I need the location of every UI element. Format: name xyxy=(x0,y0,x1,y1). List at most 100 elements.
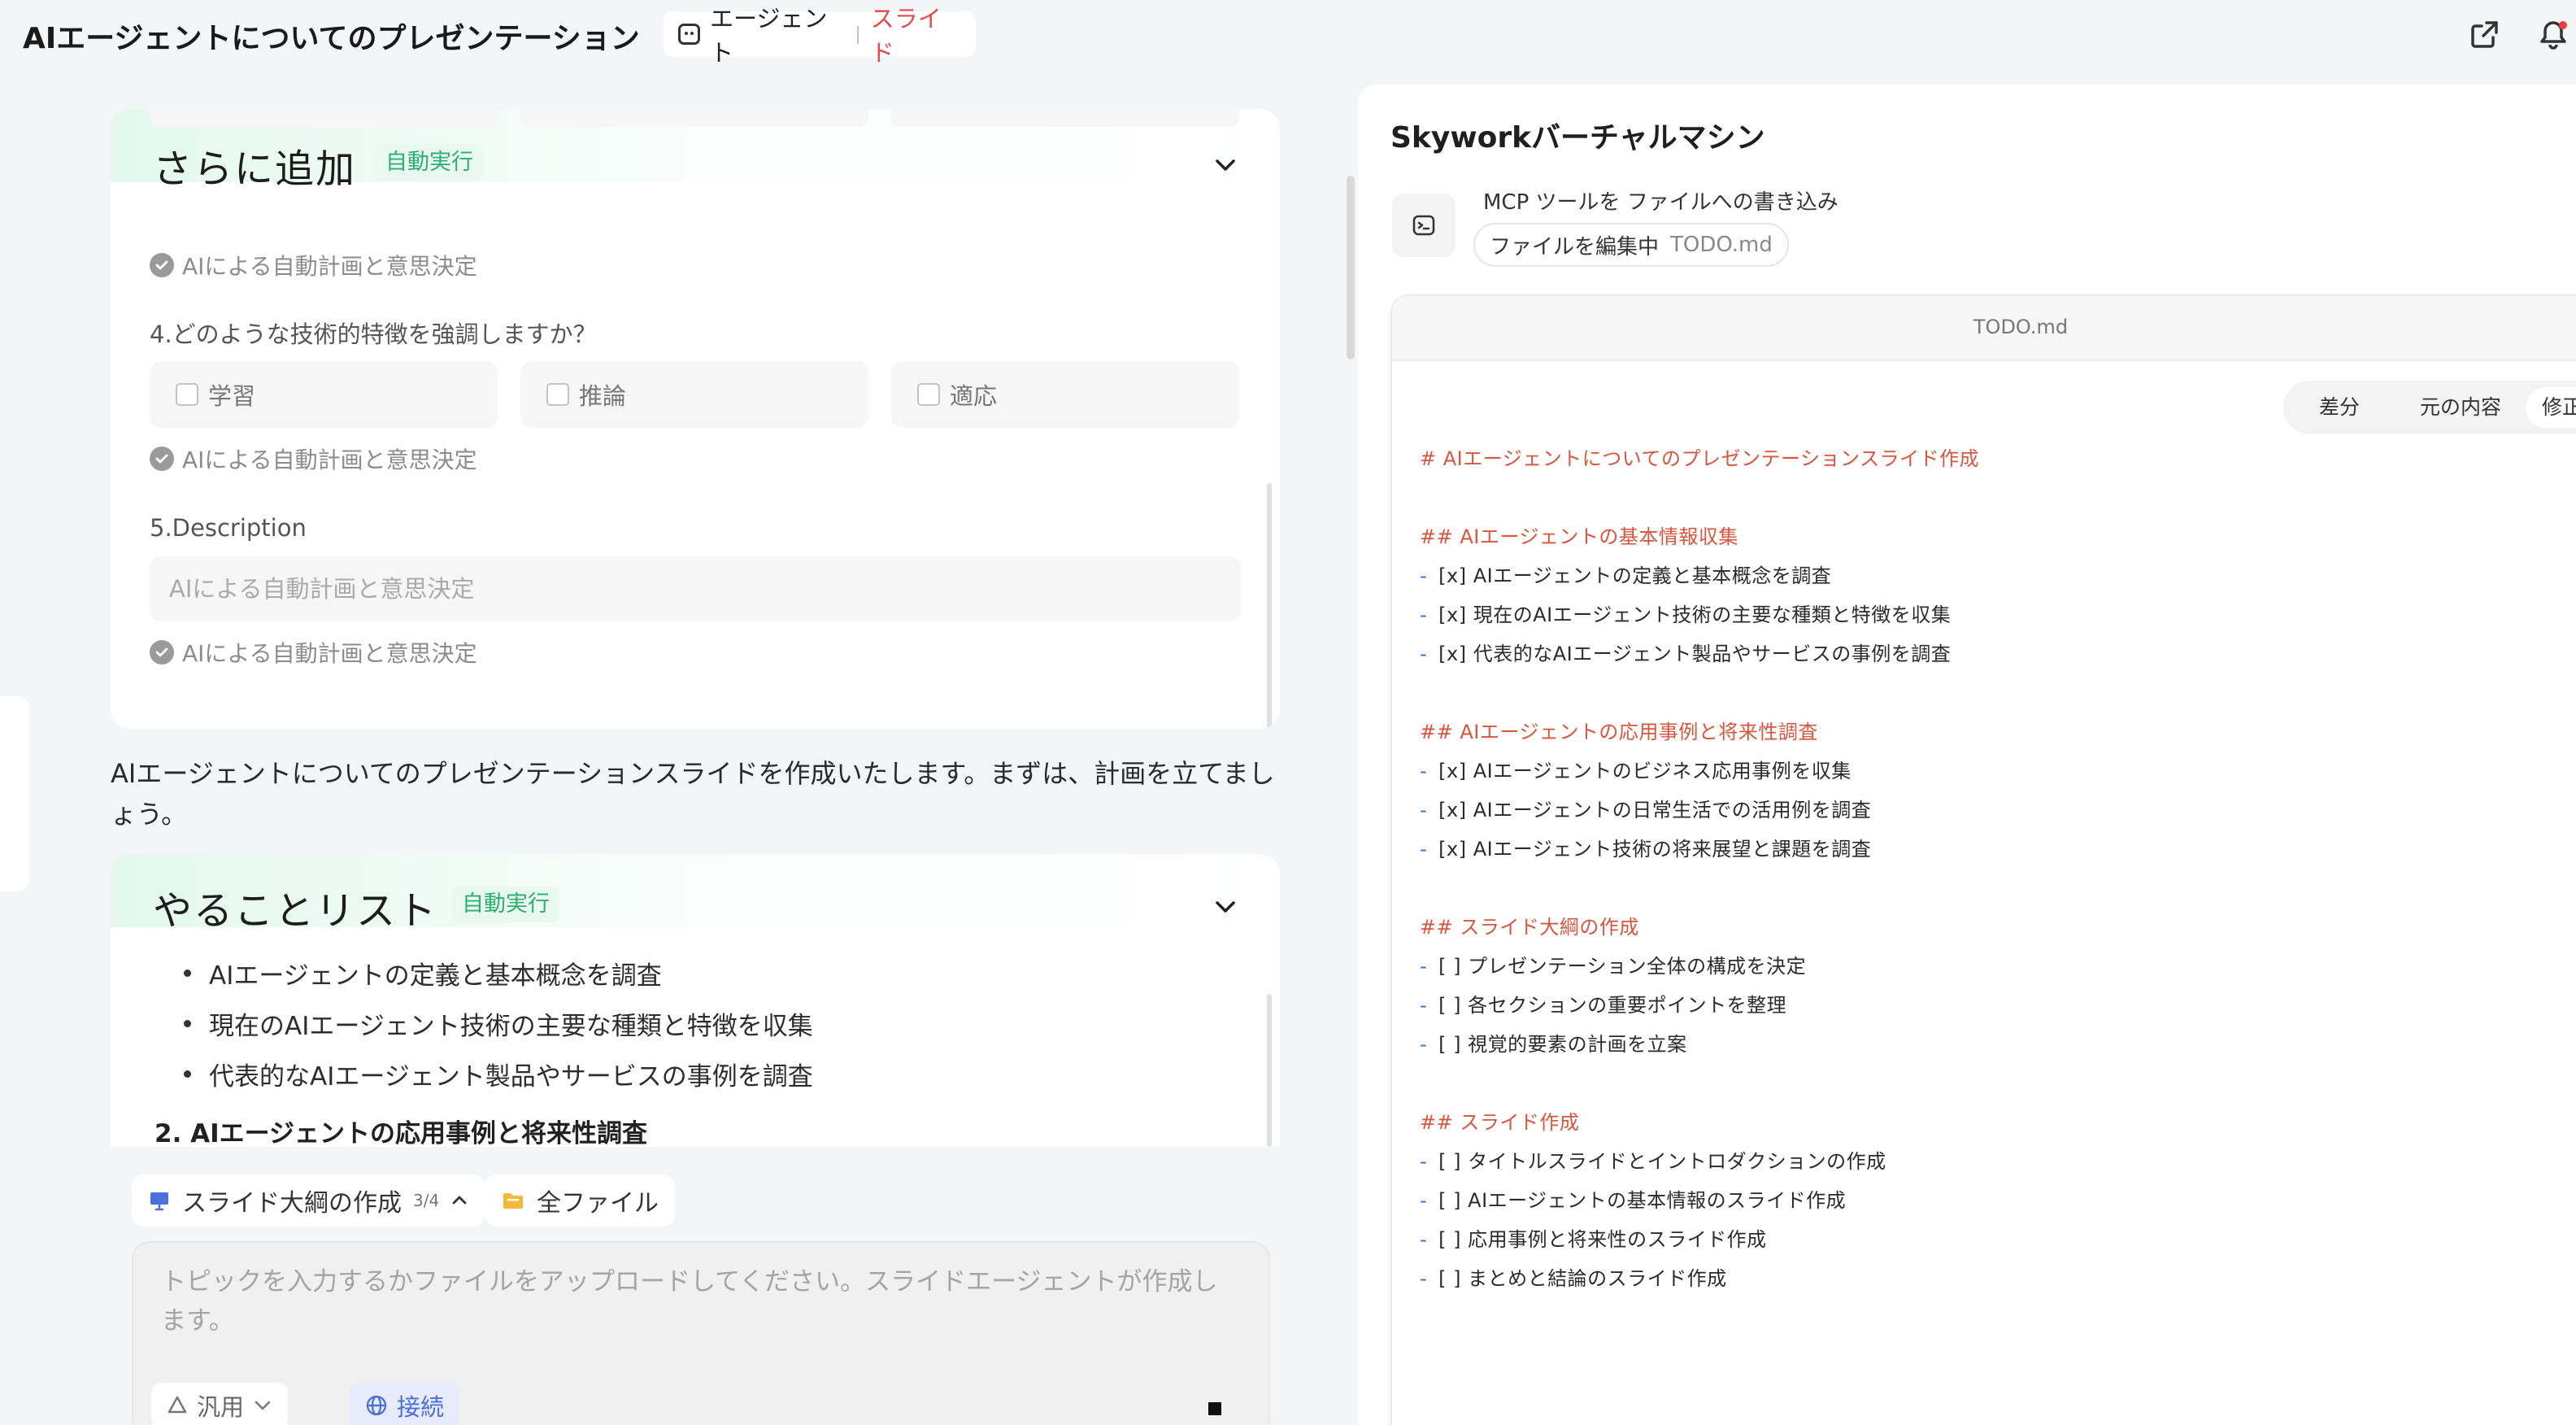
markdown-list-item: - [x] 代表的なAIエージェント製品やサービスの事例を調査 xyxy=(1420,638,1951,666)
markdown-list-item: -[ ] 視覚的要素の計画を立案 xyxy=(1420,1028,1687,1057)
top-bar: AIエージェントについてのプレゼンテーション エージェント | スライド xyxy=(0,0,2576,68)
chevron-down-icon[interactable] xyxy=(1213,153,1238,177)
option-label: 学習 xyxy=(208,382,256,410)
list-item-text: AIエージェントの定義と基本概念を調査 xyxy=(209,961,662,991)
markdown-heading: ## AIエージェントの応用事例と将来性調査 xyxy=(1420,716,1818,744)
editor-filename: TODO.md xyxy=(1973,316,2069,338)
question-5-label: 5.Description xyxy=(150,514,307,542)
option-stub xyxy=(520,109,868,127)
list-dash: - xyxy=(1420,604,1428,626)
more-info-card: さらに追加 自動実行 AIによる自動計画と意思決定 4.どのような技術的特徴を強… xyxy=(111,109,1280,729)
list-dash: - xyxy=(1420,1267,1428,1290)
mode-switch[interactable]: エージェント | スライド xyxy=(664,5,976,67)
composer-box[interactable]: トピックを入力するかファイルをアップロードしてください。スライドエージェントが作… xyxy=(132,1241,1270,1425)
folder-icon xyxy=(503,1193,523,1209)
list-item: 現在のAIエージェント技術の主要な種類と特徴を収集 xyxy=(184,1005,813,1042)
list-dash: - xyxy=(1420,1033,1428,1056)
markdown-heading-text: ## AIエージェントの応用事例と将来性調査 xyxy=(1420,721,1818,743)
ai-decision-note: AIによる自動計画と意思決定 xyxy=(150,442,477,475)
view-toggle[interactable]: 差分 元の内容 修正 xyxy=(2283,381,2576,434)
markdown-item-text: [ ] 応用事例と将来性のスライド作成 xyxy=(1438,1228,1767,1251)
option-label: 適応 xyxy=(950,382,998,410)
markdown-heading-text: ## スライド大綱の作成 xyxy=(1420,916,1639,939)
sidebar-toggle[interactable] xyxy=(0,696,29,891)
markdown-list-item: -[ ] タイトルスライドとイントロダクションの作成 xyxy=(1420,1145,1886,1174)
progress-count: 3/4 xyxy=(413,1191,440,1210)
all-files-chip[interactable]: 全ファイル xyxy=(485,1174,675,1227)
mode-select[interactable]: 汎用 xyxy=(151,1383,289,1425)
markdown-list-item: - [x] AIエージェントのビジネス応用事例を収集 xyxy=(1420,755,1852,783)
markdown-item-text: [ ] 各セクションの重要ポイントを整理 xyxy=(1438,994,1787,1017)
page-title: AIエージェントについてのプレゼンテーション xyxy=(23,22,640,55)
markdown-item-text: [ ] タイトルスライドとイントロダクションの作成 xyxy=(1438,1150,1886,1173)
terminal-icon xyxy=(1392,194,1456,257)
markdown-heading: ## スライド作成 xyxy=(1420,1106,1579,1135)
option-adaptation[interactable]: 適応 xyxy=(891,361,1239,428)
option-learning[interactable]: 学習 xyxy=(150,361,498,428)
chip-action: ファイルを編集中 xyxy=(1490,234,1660,259)
mode-slide-label[interactable]: スライド xyxy=(871,0,961,68)
ai-note-text: AIによる自動計画と意思決定 xyxy=(182,253,477,280)
checkbox[interactable] xyxy=(546,383,569,406)
prompt-input[interactable]: トピックを入力するかファイルをアップロードしてください。スライドエージェントが作… xyxy=(161,1262,1226,1340)
mode-separator: | xyxy=(855,24,861,45)
markdown-list-item: -[ ] AIエージェントの基本情報のスライド作成 xyxy=(1420,1184,1846,1213)
mode-agent-label[interactable]: エージェント xyxy=(710,0,845,68)
card-title: やることリスト xyxy=(153,888,438,934)
markdown-heading: # AIエージェントについてのプレゼンテーションスライド作成 xyxy=(1420,442,1979,471)
check-circle-icon xyxy=(150,253,174,277)
tool-call-line: MCP ツールを ファイルへの書き込み xyxy=(1483,190,1838,215)
scrollbar[interactable] xyxy=(1267,483,1272,729)
ai-note-text: AIによる自動計画と意思決定 xyxy=(182,447,477,473)
auto-run-badge: 自動実行 xyxy=(376,145,483,181)
markdown-list-item: - [x] AIエージェントの日常生活での活用例を調査 xyxy=(1420,794,1871,822)
tab-modified[interactable]: 修正 xyxy=(2526,387,2576,428)
chevron-down-icon xyxy=(255,1401,271,1410)
markdown-list-item: - [x] 現在のAIエージェント技術の主要な種類と特徴を収集 xyxy=(1420,599,1951,627)
bell-icon[interactable] xyxy=(2537,18,2569,50)
list-dash: - xyxy=(1420,643,1428,665)
bullet xyxy=(184,1020,191,1027)
list-dash: - xyxy=(1420,994,1428,1017)
option-stub xyxy=(891,109,1239,127)
option-reasoning[interactable]: 推論 xyxy=(520,361,868,428)
markdown-item-text: [ ] AIエージェントの基本情報のスライド作成 xyxy=(1438,1189,1847,1212)
file-editor: TODO.md 差分 元の内容 修正 # AIエージェントについてのプレゼンテー… xyxy=(1390,294,2576,1425)
markdown-heading: ## AIエージェントの基本情報収集 xyxy=(1420,521,1738,549)
progress-chip[interactable]: スライド大綱の作成 3/4 xyxy=(132,1174,485,1227)
connect-button[interactable]: 接続 xyxy=(350,1383,459,1425)
chevron-down-icon[interactable] xyxy=(1213,895,1238,919)
progress-label: スライド大綱の作成 xyxy=(182,1189,402,1218)
markdown-list-item: -[ ] プレゼンテーション全体の構成を決定 xyxy=(1420,950,1806,978)
markdown-item-text: [ ] プレゼンテーション全体の構成を決定 xyxy=(1438,955,1807,978)
markdown-list-item: -[ ] まとめと結論のスライド作成 xyxy=(1420,1262,1727,1291)
chevron-up-icon[interactable] xyxy=(450,1192,468,1209)
option-label: 推論 xyxy=(579,382,627,410)
description-input[interactable]: AIによる自動計画と意思決定 xyxy=(150,556,1241,621)
tab-original[interactable]: 元の内容 xyxy=(2404,387,2517,428)
check-circle-icon xyxy=(150,447,174,471)
markdown-list-item: -[ ] 応用事例と将来性のスライド作成 xyxy=(1420,1223,1767,1252)
list-dash: - xyxy=(1420,1228,1428,1251)
todo-section-heading: 2. AIエージェントの応用事例と将来性調査 xyxy=(154,1119,648,1147)
editor-header: TODO.md xyxy=(1392,296,2576,361)
scrollbar[interactable] xyxy=(1267,994,1272,1147)
checkbox[interactable] xyxy=(176,383,198,406)
list-item: 代表的なAIエージェント製品やサービスの事例を調査 xyxy=(184,1056,813,1092)
tab-diff[interactable]: 差分 xyxy=(2303,387,2376,428)
list-dash: - xyxy=(1420,955,1428,978)
markdown-item-text: [x] AIエージェントのビジネス応用事例を収集 xyxy=(1438,760,1852,782)
mode-label: 汎用 xyxy=(197,1393,245,1421)
panel-scrollbar[interactable] xyxy=(1347,176,1355,360)
editing-file-chip[interactable]: ファイルを編集中 TODO.md xyxy=(1473,223,1789,267)
all-files-label: 全ファイル xyxy=(537,1189,659,1218)
markdown-item-text: [x] AIエージェント技術の将来展望と課題を調査 xyxy=(1438,838,1872,861)
markdown-heading: ## スライド大綱の作成 xyxy=(1420,911,1639,939)
markdown-item-text: [x] 現在のAIエージェント技術の主要な種類と特徴を収集 xyxy=(1438,604,1952,626)
option-stub xyxy=(150,109,498,127)
globe-icon xyxy=(366,1395,387,1416)
stop-icon[interactable] xyxy=(1208,1402,1221,1415)
todo-list-card: やることリスト 自動実行 AIエージェントの定義と基本概念を調査 現在のAIエー… xyxy=(111,854,1280,1147)
checkbox[interactable] xyxy=(917,383,940,406)
share-icon[interactable] xyxy=(2469,18,2501,50)
